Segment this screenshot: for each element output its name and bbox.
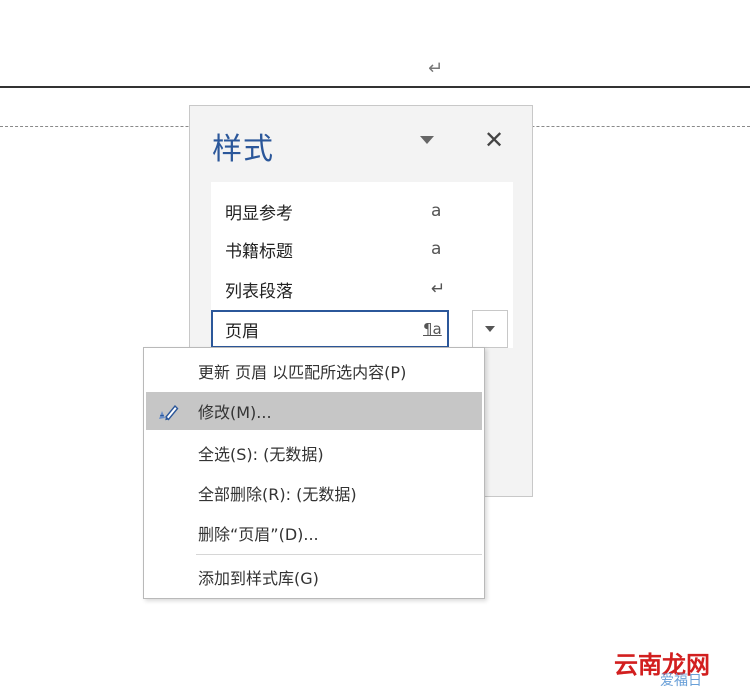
style-item-label: 列表段落 — [225, 281, 293, 302]
linked-style-icon: ¶a — [423, 320, 442, 338]
pane-options-dropdown-icon[interactable] — [420, 136, 434, 144]
style-item-list-paragraph[interactable]: 列表段落 ↵ — [211, 270, 513, 308]
menu-item-label: 删除“页眉”(D)... — [198, 525, 319, 544]
menu-item-remove-all[interactable]: 全部删除(R): (无数据) — [146, 474, 482, 512]
menu-item-modify[interactable]: 修改(M)... — [146, 392, 482, 430]
close-icon[interactable]: ✕ — [484, 126, 504, 154]
menu-item-label: 添加到样式库(G) — [198, 569, 319, 588]
menu-separator — [196, 554, 482, 555]
menu-item-update-to-match[interactable]: 更新 页眉 以匹配所选内容(P) — [146, 352, 482, 390]
menu-item-delete-style[interactable]: 删除“页眉”(D)... — [146, 514, 482, 552]
menu-item-label: 全部删除(R): (无数据) — [198, 485, 357, 504]
style-item-intense-reference[interactable]: 明显参考 a — [211, 192, 513, 230]
pen-icon — [159, 404, 179, 421]
menu-item-label: 全选(S): (无数据) — [198, 445, 324, 464]
style-item-dropdown-button[interactable] — [472, 310, 508, 348]
watermark-subtext: 爱福日 — [660, 673, 702, 689]
menu-item-add-to-gallery[interactable]: 添加到样式库(G) — [146, 558, 482, 596]
style-item-label: 页眉 — [225, 321, 259, 342]
header-border-line — [0, 86, 750, 88]
menu-item-select-all[interactable]: 全选(S): (无数据) — [146, 434, 482, 472]
menu-item-label: 更新 页眉 以匹配所选内容(P) — [198, 363, 407, 382]
character-style-icon: a — [431, 201, 442, 221]
style-item-book-title[interactable]: 书籍标题 a — [211, 230, 513, 268]
pane-title: 样式 — [212, 132, 274, 167]
style-list: 明显参考 a 书籍标题 a 列表段落 ↵ 页眉 ¶a — [211, 182, 513, 348]
menu-item-label: 修改(M)... — [198, 403, 272, 422]
paragraph-style-icon: ↵ — [431, 279, 446, 299]
style-item-header[interactable]: 页眉 ¶a — [211, 310, 449, 348]
paragraph-mark: ↵ — [428, 58, 444, 79]
style-context-menu: 更新 页眉 以匹配所选内容(P) 修改(M)... 全选(S): (无数据) 全… — [143, 347, 485, 599]
style-item-label: 明显参考 — [225, 203, 293, 224]
character-style-icon: a — [431, 239, 442, 259]
style-item-label: 书籍标题 — [225, 241, 293, 262]
